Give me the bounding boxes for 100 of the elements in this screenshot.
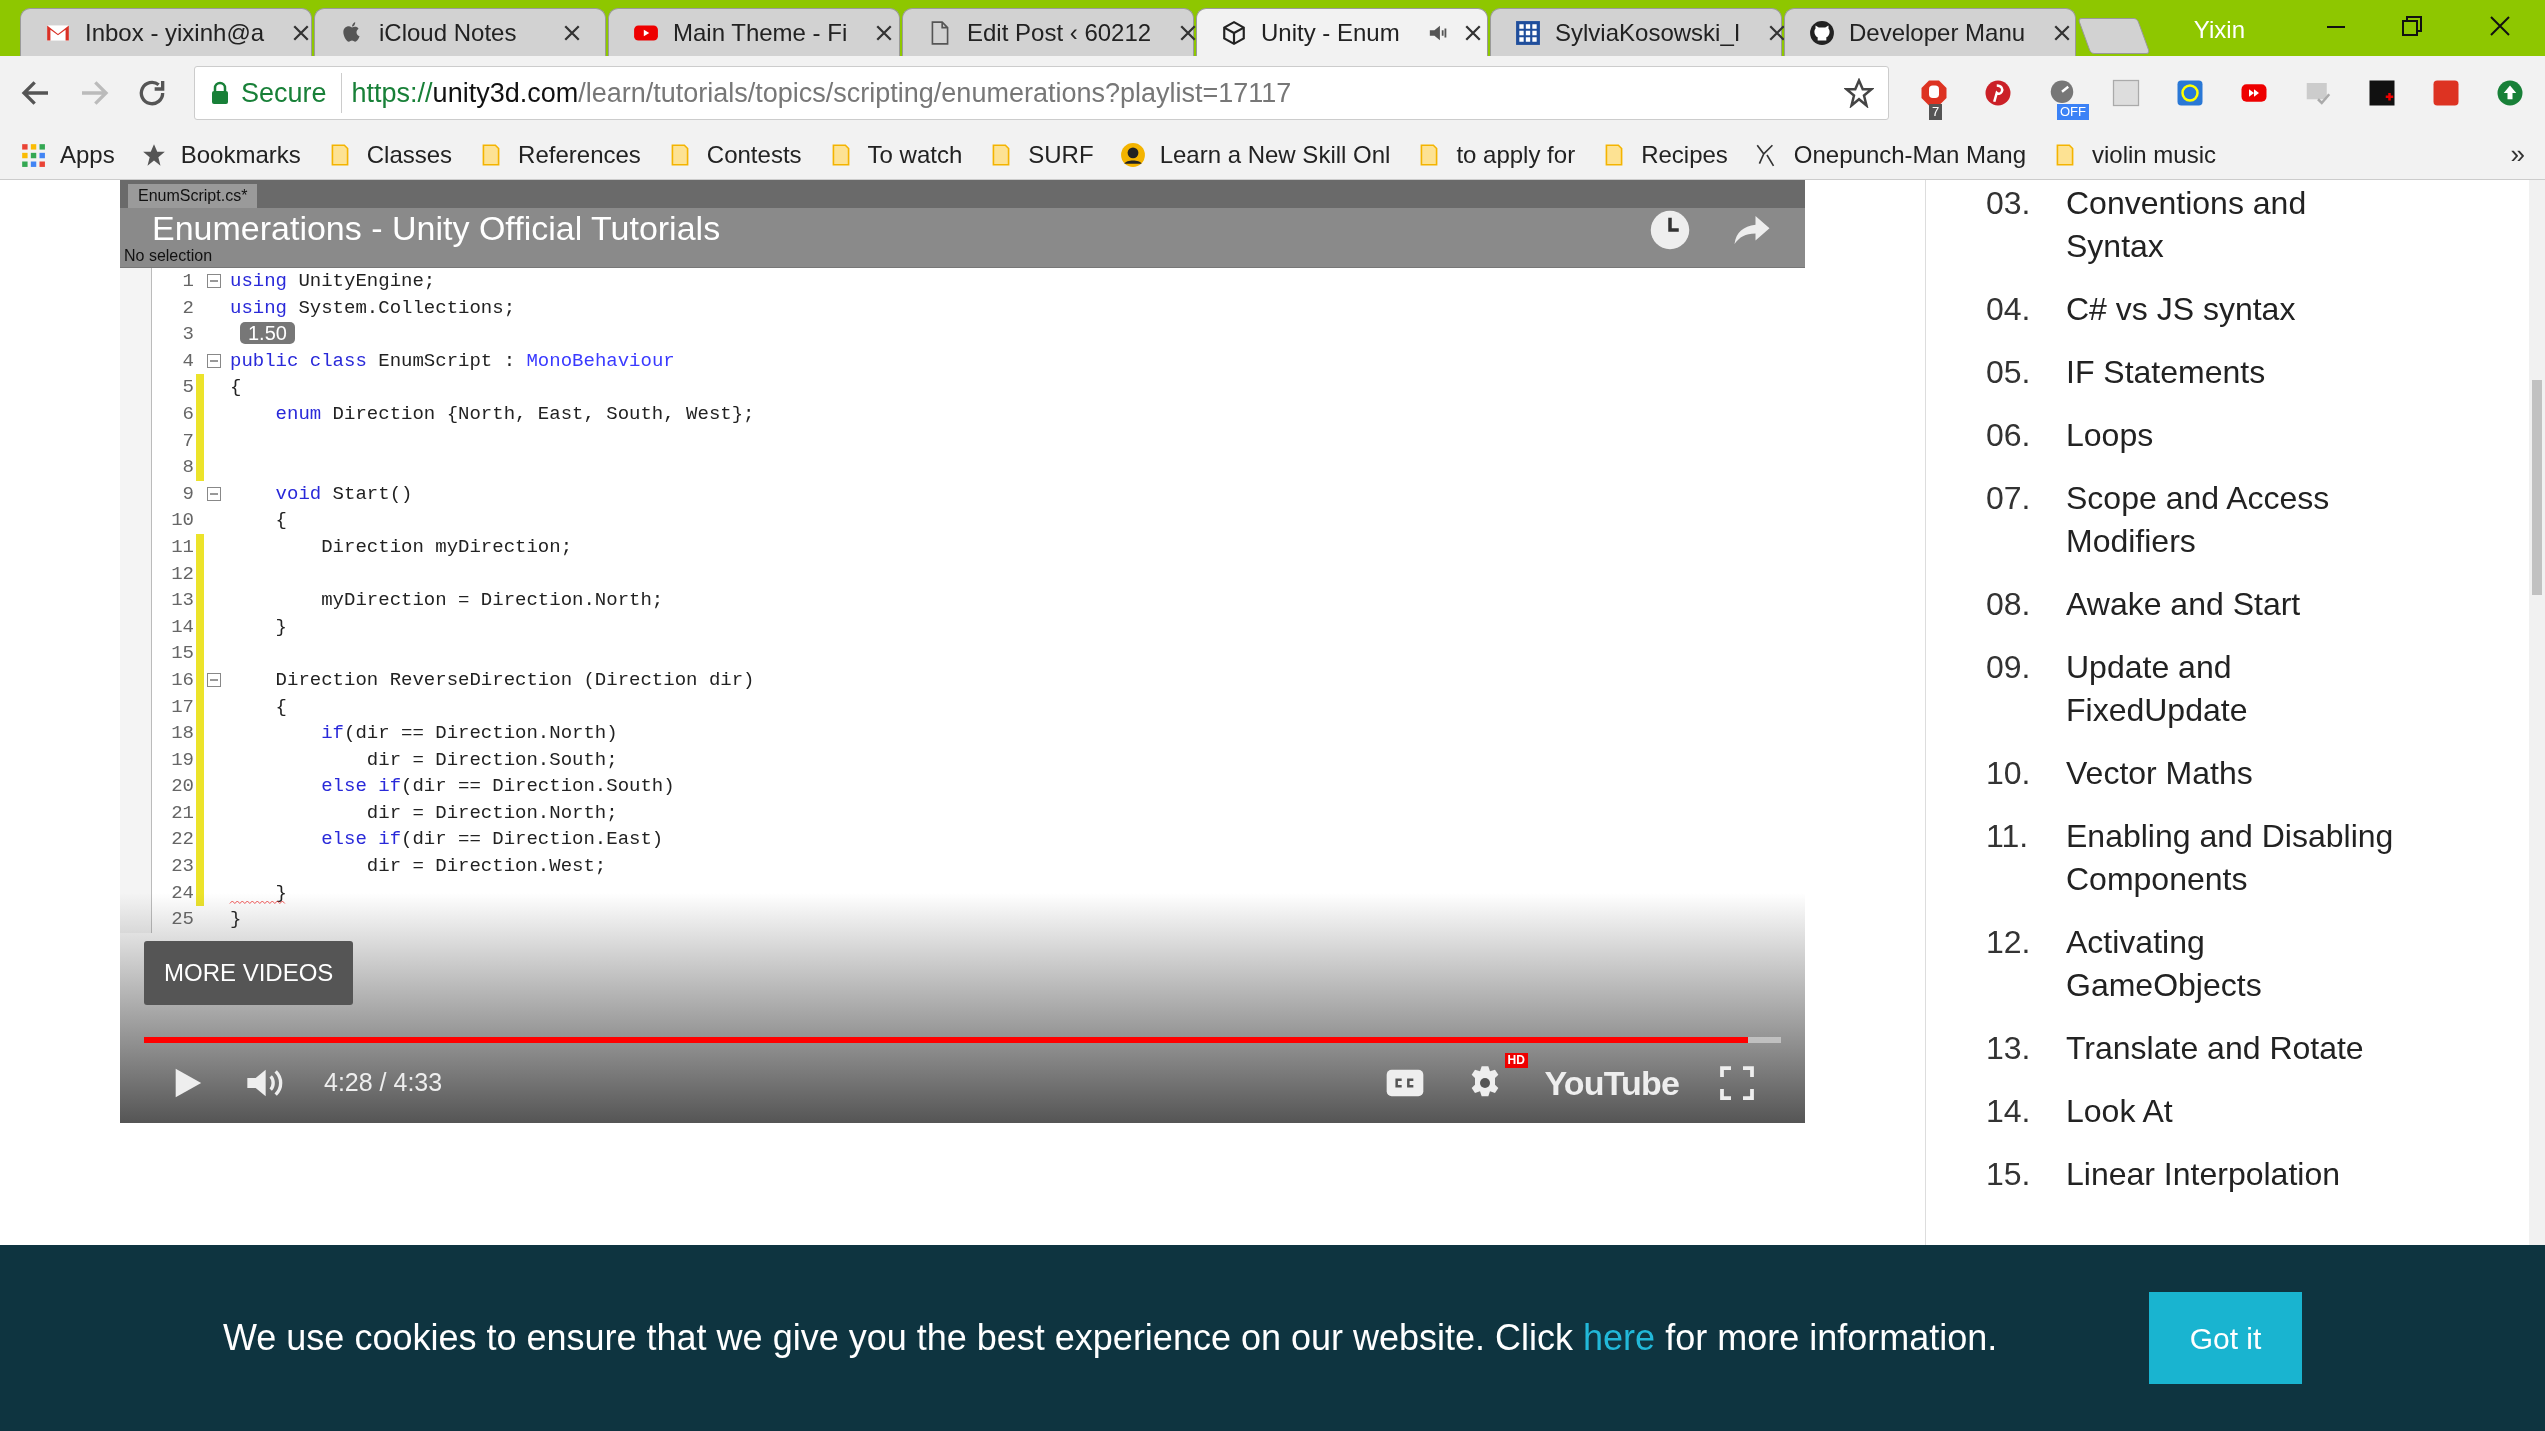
security-label: Secure <box>241 72 342 114</box>
cat-icon <box>1809 19 1835 46</box>
lesson-link[interactable]: Activating GameObjects <box>2066 921 2396 1007</box>
close-icon[interactable] <box>2053 23 2072 42</box>
tab-title: Main Theme - Fi <box>673 17 848 48</box>
url-text: https://unity3d.com/learn/tutorials/topics/scripting/enumerations?playlist=17117 <box>351 76 1292 110</box>
bookmark-link[interactable]: Contests <box>706 136 802 173</box>
browser-tab[interactable]: Unity - Enum <box>1196 8 1488 56</box>
close-icon[interactable] <box>1179 23 1198 42</box>
more-bookmarks-button[interactable]: » <box>2510 135 2525 174</box>
lesson-link[interactable]: Update and FixedUpdate <box>2066 646 2396 732</box>
tab-title: Unity - Enum <box>1261 17 1400 48</box>
extension-icon[interactable] <box>2367 78 2397 108</box>
line-number: 11 <box>170 534 195 560</box>
code-line: void Start() <box>274 481 413 507</box>
close-icon[interactable] <box>563 23 581 42</box>
browser-tab[interactable]: Inbox - yixinh@a <box>20 8 312 56</box>
lesson-link[interactable]: Scope and Access Modifiers <box>2066 477 2396 563</box>
lesson-link[interactable]: Conventions and Syntax <box>2066 182 2396 268</box>
cube-icon <box>1221 19 1247 46</box>
collapse-icon[interactable] <box>207 673 221 688</box>
line-number: 12 <box>170 561 195 587</box>
lesson-link[interactable]: C# vs JS syntax <box>2066 288 2396 331</box>
code-line: else if(dir == Direction.South) <box>320 774 675 800</box>
collapse-icon[interactable] <box>207 274 221 289</box>
lesson-link[interactable]: Look At <box>2066 1090 2396 1133</box>
extension-badge: 7 <box>1929 104 1943 120</box>
collapse-icon[interactable] <box>207 487 221 502</box>
line-number: 9 <box>181 481 195 507</box>
code-line: dir = Direction.West; <box>365 854 607 880</box>
lesson-number: 12. <box>1986 923 2032 962</box>
bookmark-link[interactable]: Recipes <box>1641 136 1728 173</box>
line-number: 25 <box>170 907 195 933</box>
bookmark-link[interactable]: Onepunch-Man Mang <box>1793 136 2026 173</box>
more-info-link[interactable]: here <box>1583 1317 1656 1358</box>
bookmark-link[interactable]: Apps <box>60 136 115 173</box>
close-icon[interactable] <box>1463 23 1482 42</box>
youtube-logo[interactable]: YouTube <box>1544 1057 1679 1109</box>
bookmark-link[interactable]: Bookmarks <box>180 136 301 173</box>
browser-tab[interactable]: SylviaKosowski_I <box>1490 8 1782 56</box>
bookmark-link[interactable]: To watch <box>867 136 963 173</box>
close-icon[interactable] <box>292 23 311 42</box>
clock-icon[interactable] <box>1649 209 1691 251</box>
line-number: 20 <box>170 774 195 800</box>
browser-tab[interactable]: Edit Post ‹ 60212 <box>902 8 1194 56</box>
lesson-link[interactable]: Enabling and Disabling Components <box>2066 815 2396 901</box>
lesson-link[interactable]: Vector Maths <box>2066 752 2396 795</box>
line-number: 21 <box>170 800 195 826</box>
close-icon[interactable] <box>1768 23 1787 42</box>
bookmark-link[interactable]: Learn a New Skill Onl <box>1159 136 1391 173</box>
bookmark-link[interactable]: SURF <box>1028 136 1094 173</box>
line-number: 1 <box>181 269 195 294</box>
extension-icon[interactable] <box>1919 78 1949 108</box>
code-line: public class EnumScript : MonoBehaviour <box>230 348 675 374</box>
lesson-number: 03. <box>1986 184 2032 223</box>
close-icon[interactable] <box>875 23 894 42</box>
code-line: else if(dir == Direction.East) <box>320 827 664 853</box>
browser-tab[interactable]: Main Theme - Fi <box>608 8 900 56</box>
apps-grid-icon <box>20 141 46 168</box>
lesson-number: 10. <box>1986 754 2032 793</box>
captions-icon[interactable] <box>1384 1067 1425 1099</box>
star-icon[interactable] <box>1844 78 1874 108</box>
line-number: 13 <box>170 588 195 614</box>
browser-tab[interactable]: iCloud Notes <box>314 8 606 56</box>
tab-title: Developer Manu <box>1849 17 2026 48</box>
line-number: 19 <box>170 747 195 773</box>
bookmark-link[interactable]: References <box>518 136 641 173</box>
line-number: 8 <box>181 455 195 481</box>
line-number: 18 <box>170 721 195 747</box>
more-videos-button[interactable]: MORE VIDEOS <box>144 941 354 1005</box>
lesson-link[interactable]: Translate and Rotate <box>2066 1027 2396 1070</box>
address-bar[interactable]: Secure https://unity3d.com/learn/tutorials/topics/scripting/enumerations?playlist=17117 <box>194 66 1889 120</box>
tab-title: Edit Post ‹ 60212 <box>967 17 1152 48</box>
bookmark-link[interactable]: Classes <box>366 136 453 173</box>
avatar-icon <box>1119 141 1146 168</box>
code-line: using System.Collections; <box>230 295 516 321</box>
line-number: 23 <box>170 854 195 880</box>
tab-title: Inbox - yixinh@a <box>85 17 265 48</box>
lesson-link[interactable]: Loops <box>2066 414 2396 457</box>
lesson-link[interactable]: Awake and Start <box>2066 583 2396 626</box>
bookmark-link[interactable]: violin music <box>2092 136 2216 173</box>
lesson-link[interactable]: IF Statements <box>2066 351 2396 394</box>
lesson-link[interactable]: Linear Interpolation <box>2066 1153 2396 1196</box>
fullscreen-icon[interactable] <box>1719 1065 1755 1101</box>
lesson-number: 07. <box>1986 479 2032 518</box>
lesson-number: 06. <box>1986 416 2032 455</box>
hd-badge: HD <box>1504 1053 1528 1068</box>
scrollbar-thumb[interactable] <box>2532 380 2542 595</box>
editor-status: No selection <box>123 247 213 266</box>
line-number: 4 <box>181 348 195 374</box>
lesson-number: 13. <box>1986 1029 2032 1068</box>
code-line: { <box>274 508 287 534</box>
lock-icon <box>209 81 231 105</box>
code-line: } <box>274 614 287 640</box>
collapse-icon[interactable] <box>207 354 221 369</box>
browser-tab[interactable]: Developer Manu <box>1784 8 2076 56</box>
line-number: 7 <box>181 428 195 454</box>
code-line: if(dir == Direction.North) <box>320 721 618 747</box>
bookmark-link[interactable]: to apply for <box>1456 136 1576 173</box>
lesson-number: 14. <box>1986 1092 2032 1131</box>
